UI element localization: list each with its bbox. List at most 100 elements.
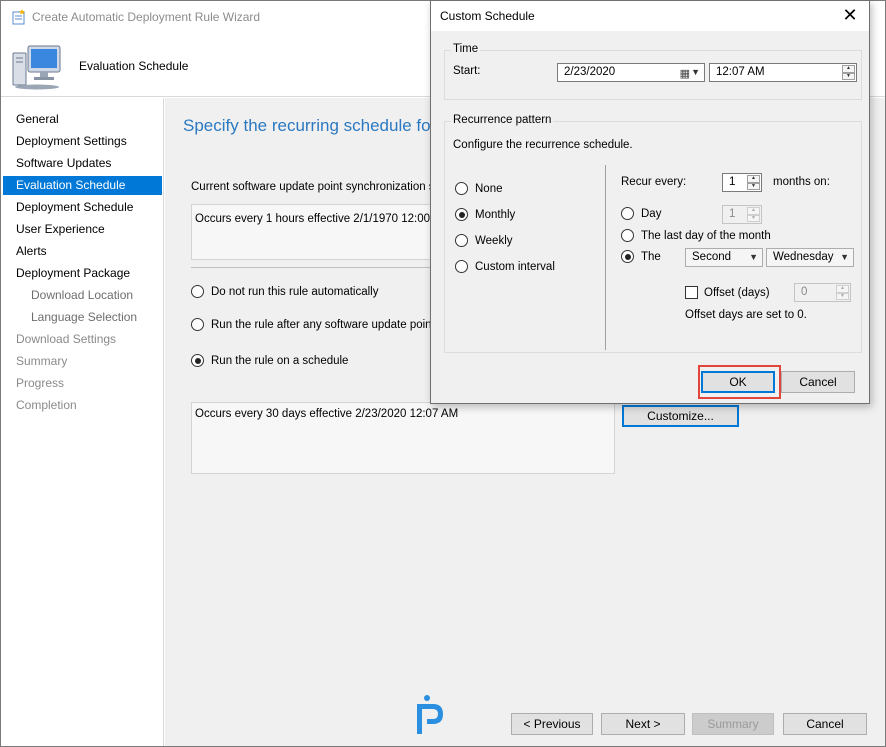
sidebar-item-general[interactable]: General: [3, 110, 162, 129]
radio-day[interactable]: Day: [621, 207, 661, 220]
previous-button[interactable]: < Previous: [511, 713, 593, 735]
recurrence-group-label: Recurrence pattern: [451, 114, 554, 126]
recur-every-label: Recur every:: [621, 176, 687, 188]
sync-schedule-box: Occurs every 1 hours effective 2/1/1970 …: [191, 204, 441, 260]
radio-button[interactable]: [191, 285, 204, 298]
day-spinner: ▲ ▼: [747, 207, 760, 222]
offset-field: 0 ▲ ▼: [794, 283, 851, 302]
radio-button-checked[interactable]: [621, 250, 634, 263]
radio-label: Run the rule after any software update p…: [211, 318, 450, 331]
radio-do-not-run[interactable]: Do not run this rule automatically: [191, 285, 378, 298]
offset-value: 0: [801, 286, 808, 298]
sidebar-item-deployment-settings[interactable]: Deployment Settings: [3, 132, 162, 151]
customize-button[interactable]: Customize...: [622, 405, 739, 427]
sidebar-item-summary: Summary: [16, 354, 68, 368]
start-date-picker[interactable]: 2/23/2020 ▦ ▼: [557, 63, 705, 82]
radio-label: The: [641, 250, 661, 263]
sidebar-item-progress: Progress: [16, 376, 65, 390]
recurrence-hint: Configure the recurrence schedule.: [453, 139, 633, 151]
radio-button[interactable]: [455, 182, 468, 195]
radio-label: Custom interval: [475, 260, 555, 273]
radio-label: Day: [641, 207, 662, 220]
radio-label: None: [475, 182, 503, 195]
sidebar-item-download-settings: Download Settings: [16, 332, 117, 346]
next-button[interactable]: Next >: [601, 713, 685, 735]
weekday-select-value: Wednesday: [773, 251, 834, 263]
pattern-none[interactable]: None: [455, 182, 503, 195]
radio-button-checked[interactable]: [455, 208, 468, 221]
radio-button-checked[interactable]: [191, 354, 204, 367]
custom-schedule-dialog: Custom Schedule ✕ Time Start: 2/23/2020 …: [430, 0, 870, 404]
start-time-field[interactable]: 12:07 AM ▲ ▼: [709, 63, 857, 82]
radio-last-day[interactable]: The last day of the month: [621, 229, 771, 242]
pattern-weekly[interactable]: Weekly: [455, 234, 513, 247]
wizard-footer: < Previous Next > Summary Cancel: [165, 692, 885, 746]
start-time-value: 12:07 AM: [716, 66, 765, 78]
week-select-value: Second: [692, 251, 732, 263]
radio-button[interactable]: [621, 229, 634, 242]
brand-logo-icon: [417, 695, 443, 734]
start-label: Start:: [453, 65, 481, 77]
wizard-title: Create Automatic Deployment Rule Wizard: [32, 10, 261, 24]
dialog-titlebar: Custom Schedule ✕: [431, 1, 869, 31]
offset-note: Offset days are set to 0.: [685, 309, 807, 321]
sidebar-item-user-experience[interactable]: User Experience: [3, 220, 162, 239]
sidebar-item-completion: Completion: [16, 398, 77, 412]
pattern-separator: [605, 165, 606, 350]
radio-label: Run the rule on a schedule: [211, 354, 349, 367]
dialog-cancel-button[interactable]: Cancel: [781, 371, 855, 393]
wizard-sidebar: General Deployment Settings Software Upd…: [1, 98, 164, 746]
recur-every-spinner[interactable]: ▲ ▼: [747, 175, 760, 190]
dialog-title: Custom Schedule: [440, 9, 535, 23]
radio-button[interactable]: [621, 207, 634, 220]
sidebar-item-software-updates[interactable]: Software Updates: [3, 154, 162, 173]
day-value: 1: [729, 208, 736, 220]
radio-button[interactable]: [455, 234, 468, 247]
radio-label: Do not run this rule automatically: [211, 285, 379, 298]
time-spinner[interactable]: ▲ ▼: [842, 65, 855, 80]
sidebar-item-alerts[interactable]: Alerts: [3, 242, 162, 261]
radio-label: Monthly: [475, 208, 516, 221]
schedule-text-box: Occurs every 30 days effective 2/23/2020…: [191, 402, 615, 474]
sidebar-item-evaluation-schedule[interactable]: Evaluation Schedule: [3, 176, 162, 195]
radio-button[interactable]: [191, 318, 204, 331]
chevron-down-icon[interactable]: ▼: [749, 249, 758, 266]
radio-run-after-sync[interactable]: Run the rule after any software update p…: [191, 318, 449, 331]
close-icon[interactable]: ✕: [839, 4, 861, 26]
weekday-select[interactable]: Wednesday ▼: [766, 248, 854, 267]
sidebar-item-download-location[interactable]: Download Location: [3, 286, 162, 305]
radio-run-on-schedule[interactable]: Run the rule on a schedule: [191, 354, 348, 367]
offset-spinner: ▲ ▼: [836, 285, 849, 300]
wizard-app-icon: [12, 9, 25, 25]
recurrence-group: Recurrence pattern Configure the recurre…: [444, 114, 862, 353]
ok-highlight-box: [698, 365, 781, 399]
radio-the[interactable]: The: [621, 250, 661, 263]
offset-checkbox-row[interactable]: Offset (days): [685, 286, 770, 299]
computer-icon: [12, 45, 61, 90]
chevron-down-icon[interactable]: ▼: [840, 249, 849, 266]
offset-checkbox[interactable]: [685, 286, 698, 299]
start-date-value: 2/23/2020: [564, 66, 616, 78]
week-select[interactable]: Second ▼: [685, 248, 763, 267]
radio-button[interactable]: [455, 260, 468, 273]
cancel-button[interactable]: Cancel: [783, 713, 867, 735]
recur-every-value: 1: [729, 176, 736, 188]
day-field: 1 ▲ ▼: [722, 205, 762, 224]
time-group-label: Time: [451, 43, 481, 55]
pattern-monthly[interactable]: Monthly: [455, 208, 515, 221]
sync-schedule-label: Current software update point synchroniz…: [191, 181, 454, 193]
radio-label: Weekly: [475, 234, 513, 247]
page-title: Specify the recurring schedule for th: [183, 116, 456, 135]
recur-every-field[interactable]: 1 ▲ ▼: [722, 173, 762, 192]
calendar-icon[interactable]: ▦: [680, 66, 690, 83]
pattern-custom-interval[interactable]: Custom interval: [455, 260, 555, 273]
radio-label: The last day of the month: [641, 229, 771, 242]
sidebar-item-language-selection[interactable]: Language Selection: [3, 308, 162, 327]
sidebar-item-deployment-schedule[interactable]: Deployment Schedule: [3, 198, 162, 217]
summary-button: Summary: [692, 713, 774, 735]
time-group: Time Start: 2/23/2020 ▦ ▼ 12:07 AM ▲ ▼: [444, 43, 862, 100]
divider: [191, 267, 441, 268]
chevron-down-icon[interactable]: ▼: [691, 64, 700, 81]
months-on-label: months on:: [773, 176, 830, 188]
sidebar-item-deployment-package[interactable]: Deployment Package: [3, 264, 162, 283]
